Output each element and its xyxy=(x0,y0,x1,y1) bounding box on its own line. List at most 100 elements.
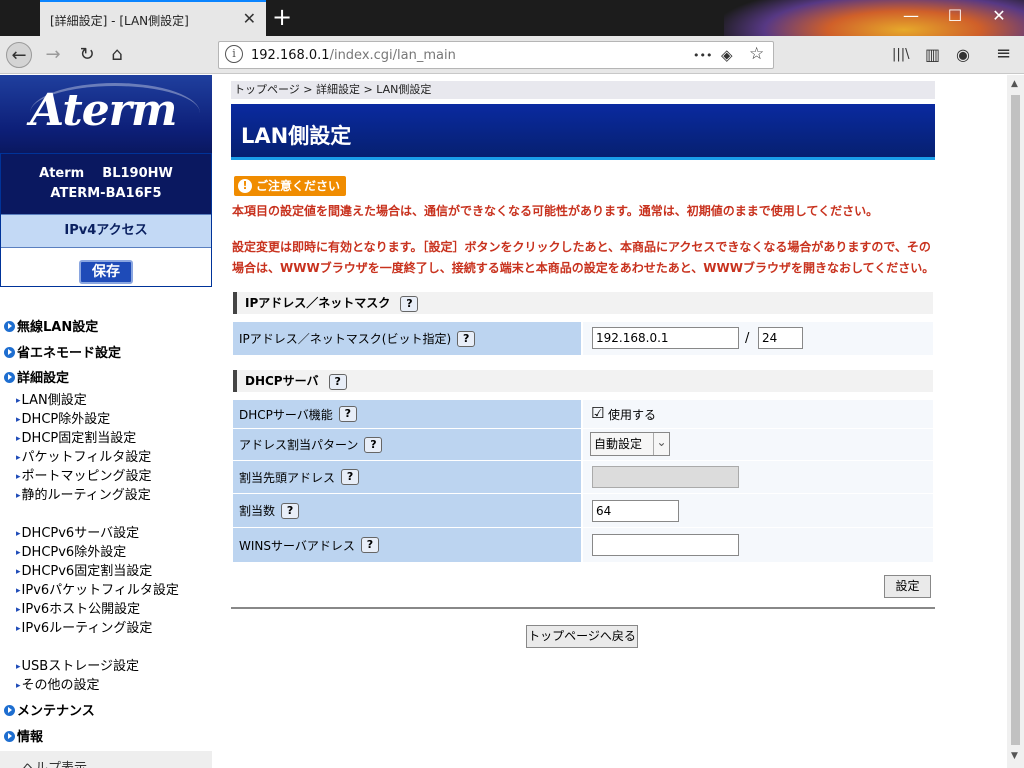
scroll-down-icon[interactable]: ▼ xyxy=(1011,751,1018,761)
section-title-ip-text: IPアドレス／ネットマスク xyxy=(245,296,391,310)
library-icon[interactable]: |||\ xyxy=(892,47,910,62)
help-icon[interactable]: ? xyxy=(364,436,383,453)
ip-address-label-cell: IPアドレス／ネットマスク(ビット指定) ? xyxy=(233,322,581,355)
wins-server-label-cell: WINSサーバアドレス ? xyxy=(233,528,581,562)
sidebar-menu-heading[interactable]: 情報 xyxy=(4,726,43,745)
save-button[interactable]: 保存 xyxy=(79,260,133,284)
model-line-1: Aterm BL190HW xyxy=(39,166,173,181)
dhcp-function-label: DHCPサーバ機能 xyxy=(239,407,333,422)
help-icon[interactable]: ? xyxy=(341,469,360,485)
sidebar-menu-item[interactable]: DHCPv6固定割当設定 xyxy=(16,560,153,579)
device-info-box: Aterm BL190HW ATERM-BA16F5 IPv4アクセス 保存 xyxy=(0,153,212,287)
page-actions-icon[interactable]: ••• xyxy=(693,49,712,62)
url-bar[interactable]: i 192.168.0.1/index.cgi/lan_main ••• ◈ ☆ xyxy=(218,41,774,69)
start-address-value-cell xyxy=(583,461,933,493)
netmask-input[interactable]: 24 xyxy=(758,327,803,349)
close-window-icon[interactable]: ✕ xyxy=(984,6,1014,25)
pocket-icon[interactable]: ◈ xyxy=(721,46,733,64)
sidebar-menu-item[interactable]: 静的ルーティング設定 xyxy=(16,484,151,503)
address-pattern-selected: 自動設定 xyxy=(594,437,643,451)
sidebar-menu-heading[interactable]: メンテナンス xyxy=(4,700,95,719)
navigation-toolbar: ← → ↻ ⌂ i 192.168.0.1/index.cgi/lan_main… xyxy=(0,36,1024,74)
sidebar-menu-item[interactable]: IPv6ルーティング設定 xyxy=(16,617,153,636)
help-icon[interactable]: ? xyxy=(360,537,379,553)
forward-icon[interactable]: → xyxy=(40,42,66,68)
sidebar-menu-heading[interactable]: 詳細設定 xyxy=(4,367,69,386)
browser-tab[interactable]: [詳細設定] - [LAN側設定] ✕ xyxy=(40,0,266,36)
minimize-icon[interactable]: — xyxy=(896,6,926,25)
caution-badge: ! ご注意ください xyxy=(234,176,347,196)
sidebar-menu-item[interactable]: パケットフィルタ設定 xyxy=(16,446,152,465)
bullet-arrow-icon xyxy=(4,372,15,383)
sidebar-menu-label: DHCP除外設定 xyxy=(21,412,111,427)
model-line-2: ATERM-BA16F5 xyxy=(50,186,162,201)
reload-icon[interactable]: ↻ xyxy=(74,42,100,68)
url-text[interactable]: 192.168.0.1/index.cgi/lan_main xyxy=(251,48,456,63)
page-scrollbar[interactable]: ▲ ▼ xyxy=(1007,75,1024,768)
model-name: Aterm BL190HW ATERM-BA16F5 xyxy=(1,154,211,214)
sidebar-menu-item[interactable]: その他の設定 xyxy=(16,674,100,693)
new-tab-icon[interactable]: + xyxy=(272,4,292,30)
ip-address-input[interactable]: 192.168.0.1 xyxy=(592,327,739,349)
sidebar-menu-item[interactable]: DHCPv6サーバ設定 xyxy=(16,522,140,541)
sidebar-menu-item[interactable]: IPv6パケットフィルタ設定 xyxy=(16,579,179,598)
sidebar-menu-item[interactable]: DHCP除外設定 xyxy=(16,408,111,427)
wins-server-row: WINSサーバアドレス ? xyxy=(233,528,933,562)
ip-address-row: IPアドレス／ネットマスク(ビット指定) ? 192.168.0.1 / 24 xyxy=(233,322,933,355)
sidebar-menu-item[interactable]: ポートマッピング設定 xyxy=(16,465,152,484)
sidebar-toggle-icon[interactable]: ▥ xyxy=(925,45,940,64)
help-icon[interactable]: ? xyxy=(400,295,419,312)
tab-close-icon[interactable]: ✕ xyxy=(243,9,256,28)
sidebar-menu-heading[interactable]: 省エネモード設定 xyxy=(4,342,121,361)
window-titlebar: [詳細設定] - [LAN側設定] ✕ + — ☐ ✕ xyxy=(0,0,1024,36)
sidebar-menu-label: 無線LAN設定 xyxy=(17,320,99,335)
sidebar-menu-label: LAN側設定 xyxy=(21,393,87,408)
sidebar-menu-label: メンテナンス xyxy=(17,704,95,719)
sidebar-menu-item[interactable]: LAN側設定 xyxy=(16,389,87,408)
back-to-top-button[interactable]: トップページへ戻る xyxy=(526,625,638,648)
help-icon[interactable]: ? xyxy=(328,373,347,390)
start-address-label: 割当先頭アドレス xyxy=(239,470,336,485)
dhcp-function-value-cell: ☑ 使用する xyxy=(583,400,933,428)
sidebar-menu-heading[interactable]: 無線LAN設定 xyxy=(4,316,98,335)
page-title: LAN側設定 xyxy=(241,124,352,148)
back-icon[interactable]: ← xyxy=(6,42,32,68)
chevron-down-icon: ⌄ xyxy=(653,433,669,455)
help-toggle-area[interactable]: ヘルプ表示 xyxy=(0,751,212,768)
sidebar-menu-item[interactable]: DHCPv6除外設定 xyxy=(16,541,127,560)
url-path: /index.cgi/lan_main xyxy=(329,48,456,63)
url-host: 192.168.0.1 xyxy=(251,48,330,63)
scroll-up-icon[interactable]: ▲ xyxy=(1011,79,1018,89)
netmask-separator: / xyxy=(745,331,750,346)
site-info-icon[interactable]: i xyxy=(225,45,243,63)
dhcp-enable-checkbox[interactable]: ☑ xyxy=(591,404,604,422)
apply-button[interactable]: 設定 xyxy=(884,575,931,598)
scroll-thumb[interactable] xyxy=(1011,95,1020,745)
help-icon[interactable]: ? xyxy=(338,406,357,422)
addon-icon[interactable]: ◉ xyxy=(956,45,970,64)
sidebar-menu-item[interactable]: USBストレージ設定 xyxy=(16,655,139,674)
help-icon[interactable]: ? xyxy=(281,502,300,519)
wins-server-label: WINSサーバアドレス xyxy=(239,538,355,553)
caution-label: ご注意ください xyxy=(256,179,341,193)
wins-server-input[interactable] xyxy=(592,534,739,556)
breadcrumb: トップページ > 詳細設定 > LAN側設定 xyxy=(231,81,935,99)
sidebar-menu-item[interactable]: IPv6ホスト公開設定 xyxy=(16,598,141,617)
address-count-value-cell: 64 xyxy=(583,494,933,527)
help-toggle-label: ヘルプ表示 xyxy=(22,757,87,768)
menu-icon[interactable]: ≡ xyxy=(996,43,1011,64)
sidebar-menu-label: DHCPv6除外設定 xyxy=(21,545,127,560)
logo-text: Aterm xyxy=(30,85,177,136)
sidebar-menu-item[interactable]: DHCP固定割当設定 xyxy=(16,427,137,446)
sidebar: Aterm Aterm BL190HW ATERM-BA16F5 IPv4アクセ… xyxy=(0,75,212,768)
address-count-row: 割当数 ? 64 xyxy=(233,494,933,527)
maximize-icon[interactable]: ☐ xyxy=(940,6,970,25)
dhcp-enable-label[interactable]: 使用する xyxy=(608,406,656,423)
help-icon[interactable]: ? xyxy=(457,330,476,347)
address-pattern-select[interactable]: 自動設定 ⌄ xyxy=(590,432,670,456)
wins-server-value-cell xyxy=(583,528,933,562)
bookmark-star-icon[interactable]: ☆ xyxy=(749,44,764,64)
home-icon[interactable]: ⌂ xyxy=(104,42,130,68)
sidebar-menu-label: ポートマッピング設定 xyxy=(21,469,152,484)
address-count-input[interactable]: 64 xyxy=(592,500,679,522)
